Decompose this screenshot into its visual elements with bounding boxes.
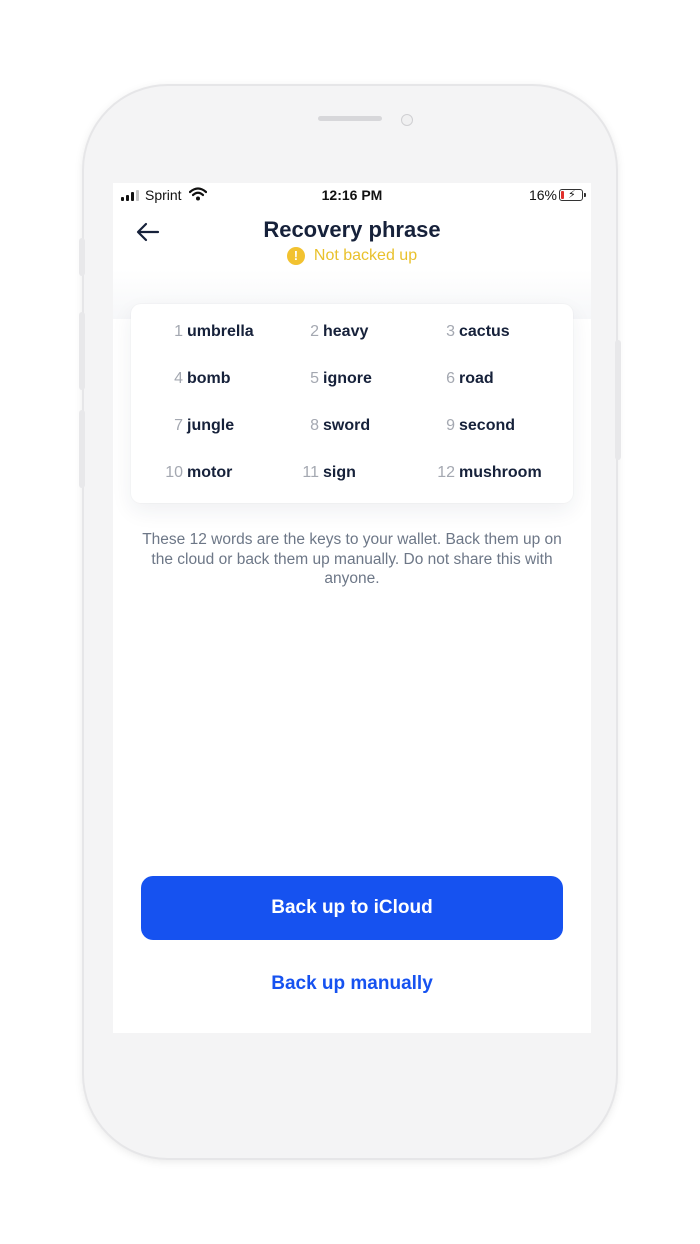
front-camera	[401, 114, 413, 126]
volume-down-button	[79, 410, 85, 488]
word-text: sword	[323, 417, 371, 434]
word-text: bomb	[187, 370, 231, 387]
word-index: 7	[174, 417, 183, 434]
word-text: cactus	[459, 323, 510, 340]
word-index: 5	[310, 370, 319, 387]
phrase-word: 11 sign	[297, 464, 407, 482]
phrase-word: 2 heavy	[297, 323, 407, 341]
charging-bolt-icon: ⚡	[568, 189, 576, 201]
word-index: 3	[446, 323, 455, 340]
phone-screen: Sprint 12:16 PM 16% ⚡ Recovery phrase ! …	[113, 183, 591, 1033]
phrase-word: 8 sword	[297, 417, 407, 435]
warning-description: These 12 words are the keys to your wall…	[142, 531, 562, 587]
phrase-word: 3 cactus	[433, 323, 543, 341]
phrase-word: 7 jungle	[161, 417, 271, 435]
word-text: jungle	[187, 417, 235, 434]
stage: Sprint 12:16 PM 16% ⚡ Recovery phrase ! …	[0, 0, 700, 1244]
battery-level-fill	[561, 191, 564, 199]
phrase-word: 1 umbrella	[161, 323, 271, 341]
phrase-word: 5 ignore	[297, 370, 407, 388]
status-time: 12:16 PM	[321, 187, 383, 203]
phrase-word: 4 bomb	[161, 370, 271, 388]
backup-status-label: Not backed up	[313, 247, 418, 264]
backup-icloud-button[interactable]: Back up to iCloud	[141, 876, 563, 940]
mute-switch	[79, 238, 85, 276]
word-text: umbrella	[187, 323, 254, 340]
phrase-word: 12 mushroom	[433, 464, 543, 482]
word-index: 12	[437, 464, 455, 481]
warning-icon: !	[286, 247, 305, 265]
word-index: 2	[310, 323, 319, 340]
word-index: 1	[174, 323, 183, 340]
status-bar: Sprint 12:16 PM 16% ⚡	[113, 183, 591, 209]
battery-icon: ⚡	[559, 189, 586, 201]
backup-status: ! Not backed up	[113, 247, 591, 265]
word-index: 6	[446, 370, 455, 387]
word-text: heavy	[323, 323, 369, 340]
word-text: road	[459, 370, 494, 387]
word-text: mushroom	[459, 464, 542, 481]
phrase-word: 9 second	[433, 417, 543, 435]
word-index: 4	[174, 370, 183, 387]
phrase-word: 6 road	[433, 370, 543, 388]
earpiece-speaker	[318, 116, 382, 121]
phrase-word: 10 motor	[161, 464, 271, 482]
word-index: 8	[310, 417, 319, 434]
word-text: sign	[323, 464, 356, 481]
word-text: second	[459, 417, 516, 434]
word-text: motor	[187, 464, 233, 481]
battery-percentage: 16%	[528, 187, 557, 203]
power-button	[615, 340, 621, 460]
volume-up-button	[79, 312, 85, 390]
word-index: 10	[165, 464, 183, 481]
page-title: Recovery phrase	[263, 217, 441, 242]
word-text: ignore	[323, 370, 372, 387]
word-index: 9	[446, 417, 455, 434]
backup-manually-button[interactable]: Back up manually	[141, 969, 563, 999]
word-index: 11	[302, 464, 319, 481]
recovery-phrase-grid: 1 umbrella 2 heavy 3 cactus 4 bomb 5 ignore 6…	[131, 304, 573, 503]
